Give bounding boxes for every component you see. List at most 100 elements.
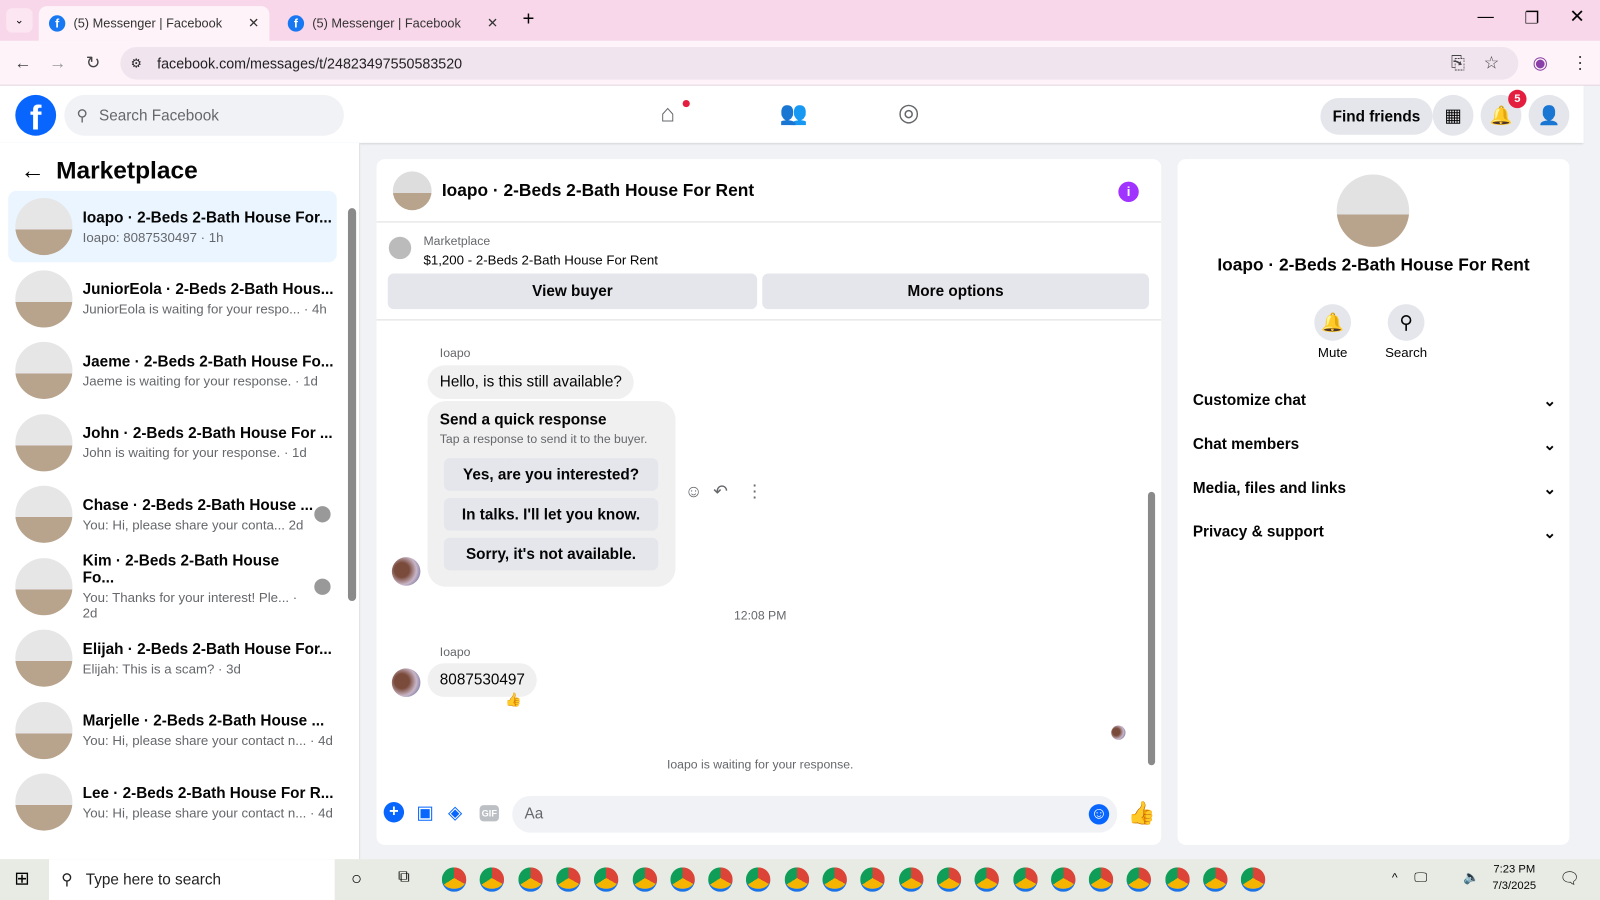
back-icon[interactable]: ←	[14, 53, 31, 73]
quick-response-button[interactable]: In talks. I'll let you know.	[443, 497, 659, 531]
groups-icon[interactable]: ◎	[898, 98, 919, 128]
mute-label[interactable]: Mute	[1304, 345, 1361, 360]
sticker-icon[interactable]: ◈	[448, 802, 462, 823]
quick-response-button[interactable]: Sorry, it's not available.	[443, 537, 659, 571]
privacy-support-section[interactable]: Privacy & support ⌄	[1193, 523, 1556, 541]
conversation-item[interactable]: Elijah · 2-Beds 2-Bath House For... Elija…	[8, 622, 337, 693]
chrome-taskbar-icon[interactable]	[1088, 867, 1114, 892]
clock[interactable]: 7:23 PM 7/3/2025	[1488, 863, 1541, 892]
quick-response-button[interactable]: Yes, are you interested?	[443, 458, 659, 491]
install-icon[interactable]: ⎘	[1451, 53, 1465, 73]
conversation-item[interactable]: Kim · 2-Beds 2-Bath House Fo... You: Than…	[8, 551, 337, 622]
site-settings-icon[interactable]: ⚙	[131, 56, 142, 70]
media-files-section[interactable]: Media, files and links ⌄	[1193, 480, 1556, 498]
menu-grid-icon[interactable]: ▦	[1432, 94, 1474, 136]
friends-icon[interactable]: 👥	[780, 100, 808, 127]
chat-avatar[interactable]	[392, 170, 432, 210]
photo-icon[interactable]: ▣	[416, 802, 433, 823]
info-icon[interactable]: i	[1118, 181, 1139, 203]
sidebar-scrollbar[interactable]	[347, 208, 357, 602]
account-avatar[interactable]: 👤	[1528, 94, 1570, 136]
cortana-icon[interactable]: ○	[351, 868, 362, 889]
search-input[interactable]: ⚲ Search Facebook	[64, 94, 344, 136]
star-icon[interactable]: ☆	[1484, 53, 1500, 73]
chat-title[interactable]: Ioapo · 2-Beds 2-Bath House For Rent	[442, 180, 754, 200]
plus-icon[interactable]: +	[383, 802, 405, 823]
message-input[interactable]: Aa	[512, 795, 1118, 833]
profile-icon[interactable]: ◉	[1533, 53, 1548, 73]
more-icon[interactable]: ⋮	[746, 482, 763, 502]
chrome-taskbar-icon[interactable]	[974, 867, 1000, 892]
mute-bell-icon[interactable]: 🔔	[1314, 304, 1352, 341]
chrome-taskbar-icon[interactable]	[746, 867, 771, 892]
maximize-button[interactable]: ❐	[1524, 8, 1539, 28]
reply-icon[interactable]: ↶	[713, 482, 728, 502]
menu-icon[interactable]: ⋮	[1571, 53, 1588, 73]
taskbar-search-input[interactable]: ⚲ Type here to search	[48, 859, 335, 900]
new-tab-button[interactable]: +	[522, 8, 534, 31]
thumbs-up-reaction[interactable]: 👍	[505, 692, 522, 708]
tray-chevron-icon[interactable]: ^	[1392, 870, 1398, 884]
find-friends-button[interactable]: Find friends	[1320, 97, 1433, 135]
facebook-logo[interactable]: f	[15, 94, 57, 136]
back-arrow-icon[interactable]: ←	[20, 157, 44, 186]
chrome-taskbar-icon[interactable]	[1203, 867, 1228, 892]
more-options-button[interactable]: More options	[762, 273, 1149, 310]
conversation-item[interactable]: John · 2-Beds 2-Bath House For ... John i…	[8, 407, 337, 478]
close-icon[interactable]: ✕	[248, 15, 259, 31]
url-field[interactable]: ⚙ facebook.com/messages/t/248234975505835…	[120, 46, 1519, 80]
forward-icon[interactable]: →	[49, 53, 66, 73]
search-label[interactable]: Search	[1378, 345, 1435, 360]
conversation-item[interactable]: Ioapo · 2-Beds 2-Bath House For... Ioapo:…	[8, 190, 337, 263]
reload-icon[interactable]: ↻	[86, 53, 101, 73]
conversation-item[interactable]: Chase · 2-Beds 2-Bath House ... You: Hi, …	[8, 479, 337, 550]
volume-icon[interactable]: 🔈	[1463, 869, 1480, 885]
chrome-taskbar-icon[interactable]	[556, 867, 581, 892]
tab-messenger-1[interactable]: f (5) Messenger | Facebook ✕	[38, 6, 270, 41]
task-view-icon[interactable]: ⧉	[398, 868, 410, 886]
chrome-taskbar-icon[interactable]	[441, 867, 467, 892]
notification-center-icon[interactable]: 🗨	[1559, 868, 1580, 888]
chrome-taskbar-icon[interactable]	[517, 867, 543, 892]
minimize-button[interactable]: —	[1478, 8, 1494, 26]
chrome-taskbar-icon[interactable]	[670, 867, 695, 892]
listing-title[interactable]: $1,200 - 2-Beds 2-Bath House For Rent	[423, 252, 657, 267]
view-buyer-button[interactable]: View buyer	[387, 273, 758, 310]
chat-scrollbar[interactable]	[1147, 491, 1156, 766]
chrome-taskbar-icon[interactable]	[594, 867, 619, 892]
home-icon[interactable]: ⌂	[660, 100, 675, 129]
close-window-button[interactable]: ✕	[1569, 6, 1584, 27]
chrome-taskbar-icon[interactable]	[1012, 867, 1038, 892]
tab-messenger-2[interactable]: f (5) Messenger | Facebook ✕	[278, 6, 509, 41]
chrome-taskbar-icon[interactable]	[860, 867, 885, 892]
chrome-taskbar-icon[interactable]	[479, 867, 505, 892]
chrome-taskbar-icon[interactable]	[1050, 867, 1076, 892]
chrome-taskbar-icon[interactable]	[708, 867, 733, 892]
chrome-taskbar-icon[interactable]	[784, 867, 809, 892]
close-icon[interactable]: ✕	[487, 15, 498, 31]
conversation-item[interactable]: Lee · 2-Beds 2-Bath House For R... You: H…	[8, 766, 337, 837]
react-emoji-icon[interactable]: ☺	[685, 482, 703, 502]
message-bubble[interactable]: Hello, is this still available?	[427, 365, 635, 399]
sender-avatar[interactable]	[391, 668, 421, 697]
emoji-icon[interactable]: ☺	[1088, 804, 1110, 825]
chrome-taskbar-icon[interactable]	[936, 867, 962, 892]
chrome-taskbar-icon[interactable]	[632, 867, 657, 892]
chrome-taskbar-icon[interactable]	[1164, 867, 1190, 892]
chat-info-avatar[interactable]	[1336, 174, 1410, 247]
conversation-item[interactable]: Marjelle · 2-Beds 2-Bath House ... You: H…	[8, 694, 337, 765]
sender-avatar[interactable]	[391, 557, 421, 586]
chrome-taskbar-icon[interactable]	[898, 867, 924, 892]
customize-chat-section[interactable]: Customize chat ⌄	[1193, 392, 1556, 410]
like-icon[interactable]: 👍	[1128, 800, 1156, 827]
network-icon[interactable]: 🖵	[1414, 869, 1427, 885]
windows-start-icon[interactable]: ⊞	[14, 868, 29, 889]
chrome-taskbar-icon[interactable]	[1126, 867, 1152, 892]
gif-icon[interactable]: GIF	[479, 805, 499, 822]
chat-members-section[interactable]: Chat members ⌄	[1193, 436, 1556, 454]
chrome-taskbar-icon[interactable]	[1241, 867, 1266, 892]
tab-search-button[interactable]: ⌄	[6, 8, 33, 33]
conversation-item[interactable]: Jaeme · 2-Beds 2-Bath House Fo... Jaeme i…	[8, 335, 337, 406]
chrome-taskbar-icon[interactable]	[822, 867, 847, 892]
conversation-item[interactable]: JuniorEola · 2-Beds 2-Bath Hous... Junior…	[8, 263, 337, 334]
